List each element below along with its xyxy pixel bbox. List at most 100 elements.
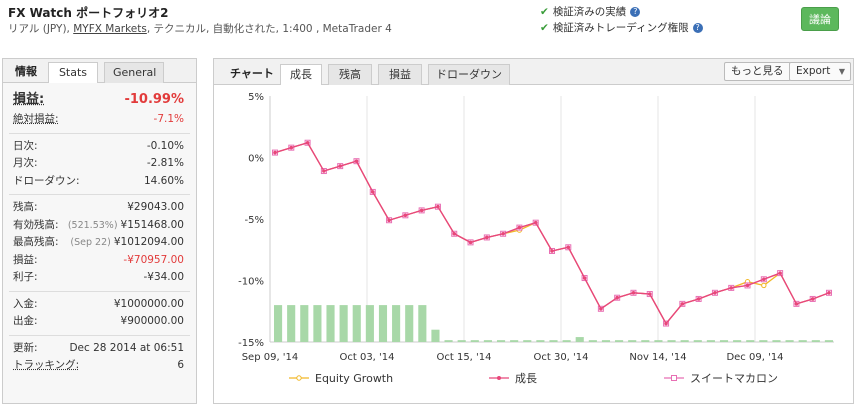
series-line <box>274 141 830 325</box>
data-point <box>761 282 767 289</box>
x-tick-label: Nov 14, '14 <box>629 352 686 363</box>
y-tick-label: -5% <box>245 215 264 226</box>
legend-marker <box>671 375 677 381</box>
volume-bar <box>654 340 663 342</box>
withdrawals-label: 出金: <box>13 315 38 327</box>
withdrawals-row: 出金: ¥900000.00 <box>3 313 196 331</box>
y-tick-label: -10% <box>238 277 264 288</box>
data-point <box>403 213 408 218</box>
series-line <box>274 141 830 325</box>
volume-bar <box>601 340 611 342</box>
data-point <box>273 150 277 155</box>
discuss-button[interactable]: 議論 <box>801 7 839 31</box>
stats-tabs: 情報 Stats General <box>3 59 196 83</box>
data-point <box>387 218 391 223</box>
y-tick-label: -15% <box>238 338 264 349</box>
help-icon[interactable]: ? <box>692 23 703 33</box>
volume-bar <box>746 340 755 342</box>
volume-bar <box>549 340 558 342</box>
volume-bar <box>733 340 742 342</box>
divider <box>9 334 190 336</box>
export-button[interactable]: Export ▼ <box>789 62 851 81</box>
volume-bar <box>405 305 414 342</box>
volume-bar <box>706 340 715 342</box>
volume-bar <box>431 329 440 342</box>
chart-svg: 5% 0% -5% -10% -15% Sep 09, '14 Oct 03, '14 Oct… <box>238 92 834 385</box>
data-point <box>485 235 489 240</box>
volume-bar <box>628 340 637 342</box>
drawdown-row: ドローダウン: 14.60% <box>3 173 196 191</box>
data-point <box>354 159 359 163</box>
updated-value: Dec 28 2014 at 06:51 <box>69 341 184 354</box>
data-point <box>582 276 587 280</box>
data-point <box>810 297 815 301</box>
data-point <box>745 283 750 288</box>
more-button[interactable]: もっと見る <box>724 62 791 81</box>
highest-row: 最高残高: (Sep 22) ¥1012094.00 <box>3 234 196 252</box>
legend-label: Equity Growth <box>315 372 393 385</box>
y-tick-label: 0% <box>248 154 264 165</box>
tab-general[interactable]: General <box>104 62 164 83</box>
volume-bar <box>693 340 702 342</box>
data-point <box>533 220 538 225</box>
tab-drawdown[interactable]: ドローダウン <box>428 64 510 85</box>
volume-bar <box>536 340 545 342</box>
chart-panel: チャート 成長 残高 損益 ドローダウン もっと見る Export ▼ 5% 0% -… <box>213 58 854 404</box>
volume-bar <box>510 340 519 342</box>
monthly-value: -2.81% <box>146 157 184 169</box>
data-point <box>664 321 668 326</box>
page-title: FX Watch ポートフォリオ2 <box>8 6 169 20</box>
equity-percent: (521.53%) <box>67 219 118 231</box>
data-point <box>729 286 734 290</box>
tracking-label[interactable]: トラッキング: <box>13 357 79 375</box>
account-subtitle: リアル (JPY), MYFX Markets, テクニカル, 自動化された, … <box>8 21 392 36</box>
daily-value: -0.10% <box>146 139 184 152</box>
data-point <box>338 164 342 168</box>
volume-bar <box>274 305 283 342</box>
volume-bar <box>470 340 479 342</box>
legend-label: 成長 <box>515 372 537 385</box>
data-point <box>322 169 326 173</box>
series-line <box>274 141 830 325</box>
equity-value: ¥151468.00 <box>120 218 184 231</box>
volume-bar <box>352 305 361 342</box>
help-icon[interactable]: ? <box>630 7 641 17</box>
updated-label: 更新: <box>13 341 38 354</box>
check-icon: ✔ <box>540 22 549 34</box>
data-point <box>647 292 652 296</box>
interest-row: 利子: -¥34.00 <box>3 269 196 287</box>
tab-balance[interactable]: 残高 <box>328 64 372 85</box>
broker-link[interactable]: MYFX Markets <box>73 23 147 35</box>
legend-marker <box>497 376 501 380</box>
monthly-row: 月次: -2.81% <box>3 155 196 173</box>
equity-row: 有効残高: (521.53%) ¥151468.00 <box>3 217 196 235</box>
withdrawals-value: ¥900000.00 <box>120 315 184 327</box>
tab-stats[interactable]: Stats <box>48 62 98 83</box>
volume-bar <box>287 305 296 342</box>
volume-bar <box>562 340 571 342</box>
gain-value: -10.99% <box>124 92 184 107</box>
tab-growth[interactable]: 成長 <box>280 64 322 85</box>
balance-row: 残高: ¥29043.00 <box>3 199 196 217</box>
profit-row: 損益: -¥70957.00 <box>3 252 196 270</box>
volume-bar <box>483 340 492 342</box>
volume-bar <box>523 340 532 342</box>
highest-label: 最高残高: <box>13 236 59 248</box>
data-point <box>305 140 310 145</box>
data-point <box>370 190 375 194</box>
highest-value: ¥1012094.00 <box>113 236 184 248</box>
abs-gain-value: -7.1% <box>153 113 184 125</box>
daily-label: 日次: <box>13 139 38 152</box>
interest-label: 利子: <box>13 271 38 283</box>
abs-gain-label: 絶対損益: <box>13 113 59 125</box>
volume-bar <box>759 340 768 342</box>
volume-bar <box>785 340 794 342</box>
x-tick-label: Oct 15, '14 <box>436 352 491 363</box>
highest-date: (Sep 22) <box>70 237 111 248</box>
verification-list: ✔ 検証済みの実績? ✔ 検証済みトレーディング権限? <box>540 4 703 36</box>
data-point <box>615 295 619 300</box>
volume-bar <box>365 305 374 342</box>
tab-profit[interactable]: 損益 <box>378 64 422 85</box>
chart-tabs: チャート 成長 残高 損益 ドローダウン もっと見る Export ▼ <box>214 59 853 85</box>
data-point <box>599 306 603 311</box>
